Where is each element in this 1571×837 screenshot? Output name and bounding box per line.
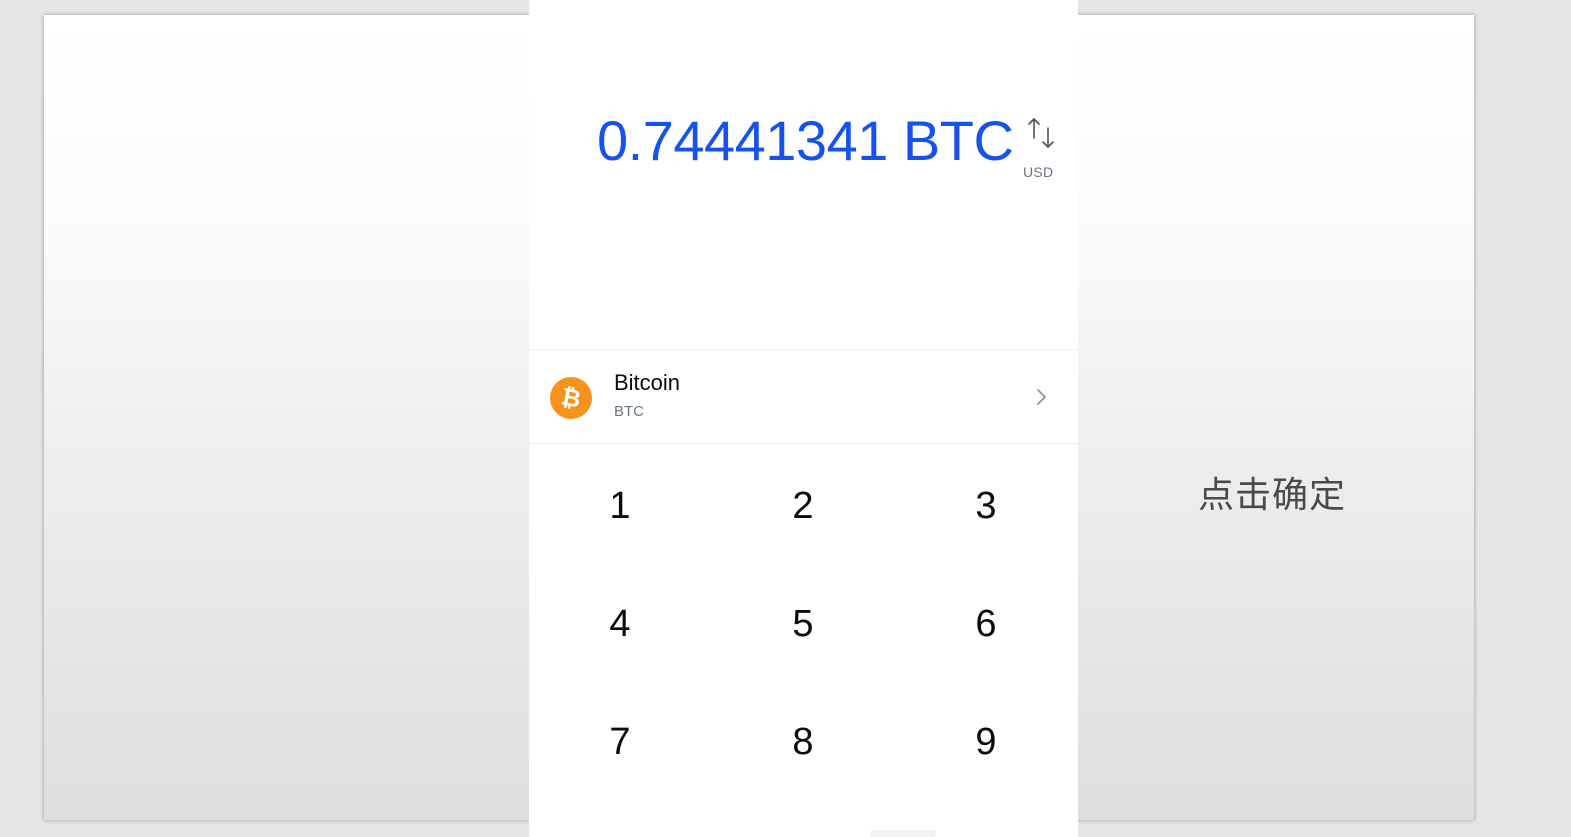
- key-4[interactable]: 4: [560, 574, 680, 674]
- swap-vertical-arrows-icon: [1028, 118, 1054, 148]
- instruction-caption: 点击确定: [1198, 475, 1347, 516]
- key-5[interactable]: 5: [743, 574, 863, 674]
- key-8[interactable]: 8: [743, 692, 863, 792]
- key-2[interactable]: 2: [743, 456, 863, 556]
- amount-display: 0.74441341 BTC USD: [529, 108, 1078, 198]
- key-7[interactable]: 7: [560, 692, 680, 792]
- key-1[interactable]: 1: [560, 456, 680, 556]
- chevron-right-icon: [1037, 389, 1046, 405]
- amount-value: 0.74441341 BTC: [597, 109, 1014, 172]
- asset-selector[interactable]: ₿ Bitcoin BTC: [529, 349, 1078, 444]
- asset-ticker: BTC: [614, 403, 644, 420]
- phone-screen: 0.74441341 BTC USD ₿ Bitcoin BTC 1 2 3 4…: [529, 0, 1078, 837]
- partial-button-edge: [870, 830, 936, 837]
- currency-toggle-label: USD: [1023, 164, 1054, 180]
- svg-text:₿: ₿: [559, 382, 584, 413]
- key-3[interactable]: 3: [926, 456, 1046, 556]
- asset-name: Bitcoin: [614, 370, 681, 395]
- key-6[interactable]: 6: [926, 574, 1046, 674]
- key-9[interactable]: 9: [926, 692, 1046, 792]
- currency-toggle-button[interactable]: USD: [1023, 116, 1067, 188]
- numeric-keypad: 1 2 3 4 5 6 7 8 9: [529, 448, 1078, 837]
- bitcoin-icon: ₿: [550, 377, 592, 419]
